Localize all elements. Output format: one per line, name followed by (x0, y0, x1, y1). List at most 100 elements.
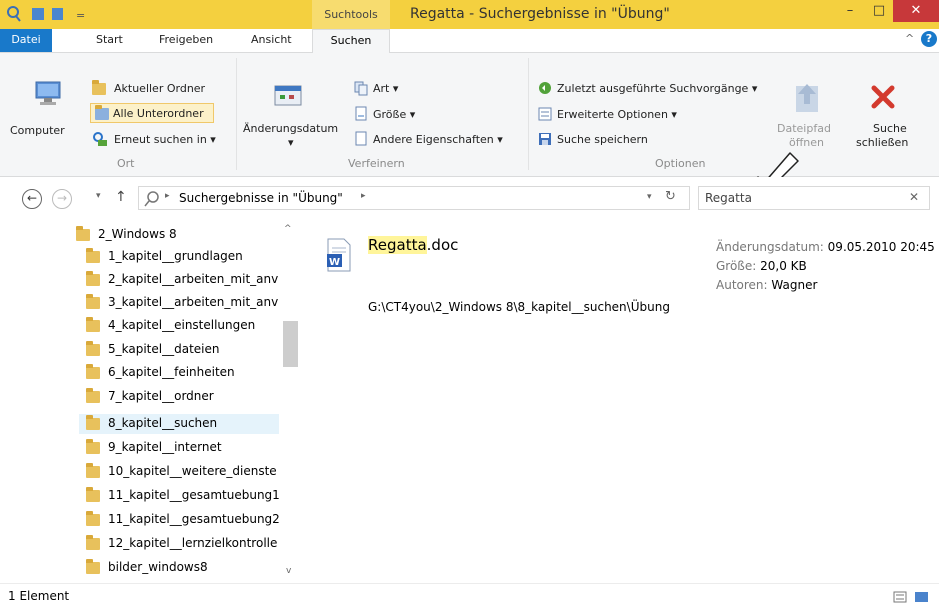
search-icon (144, 191, 159, 207)
nav-item[interactable]: 6_kapitel__feinheiten (86, 363, 286, 383)
clear-search-icon[interactable]: ✕ (909, 190, 919, 204)
tab-datei[interactable]: Datei (0, 29, 52, 52)
collapse-ribbon-icon[interactable]: ^ (905, 32, 914, 45)
chevron-down-icon: ▾ (288, 136, 294, 149)
scroll-up-icon[interactable]: ^ (284, 224, 292, 234)
recent-searches-icon (539, 82, 551, 94)
status-bar: 1 Element (0, 583, 939, 611)
folder-icon (86, 271, 100, 286)
nav-item[interactable]: 1_kapitel__grundlagen (86, 247, 286, 267)
andere-eigenschaften-button[interactable]: Andere Eigenschaften ▾ (353, 131, 518, 149)
aktueller-ordner-button[interactable]: Aktueller Ordner (92, 80, 242, 98)
folder-icon (86, 388, 100, 403)
ribbon-tab-row (0, 29, 939, 53)
nav-item[interactable]: 7_kapitel__ordner (86, 387, 286, 407)
scrollbar-thumb[interactable] (283, 321, 298, 367)
ribbon-separator (528, 58, 529, 170)
result-file-name: Regatta.doc (368, 236, 459, 254)
result-author: Autoren: Wagner (716, 278, 818, 292)
tab-suchen[interactable]: Suchen (312, 29, 390, 53)
nav-item[interactable]: 3_kapitel__arbeiten_mit_anv (86, 293, 286, 313)
folder-icon (86, 511, 100, 526)
nav-item[interactable]: bilder_windows8 (86, 558, 286, 578)
nav-item[interactable]: 4_kapitel__einstellungen (86, 316, 286, 336)
search-input[interactable]: Regatta (705, 191, 752, 205)
up-button[interactable]: ↑ (115, 189, 127, 205)
alle-unterordner-button[interactable]: Alle Unterordner (90, 103, 214, 123)
nav-item-root[interactable]: 2_Windows 8 (76, 225, 276, 245)
recent-locations-icon[interactable]: ▾ (96, 191, 101, 201)
title-bar: Regatta - Suchergebnisse in "Übung" (0, 0, 939, 29)
properties-icon (355, 131, 367, 146)
tab-start[interactable]: Start (96, 33, 123, 46)
forward-button[interactable]: → (52, 189, 72, 209)
maximize-button[interactable]: □ (862, 0, 896, 22)
nav-item[interactable]: 2_kapitel__arbeiten_mit_anv (86, 270, 286, 290)
tab-ansicht[interactable]: Ansicht (251, 33, 292, 46)
folder-icon (86, 415, 100, 430)
nav-item[interactable]: 12_kapitel__lernzielkontrolle (86, 534, 286, 554)
zuletzt-suchvorgaenge-button[interactable]: Zuletzt ausgeführte Suchvorgänge ▾ (537, 80, 777, 98)
quick-access-toolbar[interactable]: = (6, 5, 96, 23)
advanced-options-icon (538, 107, 552, 121)
save-icon (539, 133, 551, 145)
group-label-optionen: Optionen (655, 157, 706, 170)
suche-schliessen-button[interactable]: Suche schließen (850, 58, 920, 154)
folder-icon (86, 294, 100, 309)
folder-icon (86, 317, 100, 332)
refresh-icon[interactable]: ↻ (665, 189, 676, 204)
word-document-icon: W (327, 238, 351, 272)
folder-icon (86, 341, 100, 356)
view-toggle-icons[interactable] (893, 590, 933, 604)
nav-item[interactable]: 5_kapitel__dateien (86, 340, 286, 360)
groesse-button[interactable]: Größe ▾ (353, 106, 433, 124)
suche-speichern-button[interactable]: Suche speichern (537, 131, 667, 149)
folder-icon (76, 226, 90, 241)
search-again-icon (93, 132, 107, 146)
nav-item[interactable]: 11_kapitel__gesamtuebung2 (86, 510, 286, 530)
folder-icon (86, 248, 100, 263)
size-icon (355, 106, 367, 121)
svg-text:W: W (329, 257, 340, 268)
search-result-item[interactable]: W Regatta.doc G:\CT4you\2_Windows 8\8_ka… (320, 232, 935, 322)
close-button[interactable]: ✕ (893, 0, 939, 22)
nav-item[interactable]: 10_kapitel__weitere_dienste (86, 462, 286, 482)
folder-icon (86, 487, 100, 502)
nav-item[interactable]: 9_kapitel__internet (86, 438, 286, 458)
folder-icon (86, 559, 100, 574)
dateipfad-oeffnen-button: Dateipfad öffnen (772, 58, 844, 154)
item-count: 1 Element (8, 589, 70, 603)
erweiterte-optionen-button[interactable]: Erweiterte Optionen ▾ (537, 106, 707, 124)
aenderungsdatum-button[interactable]: Änderungsdatum ▾ (241, 58, 346, 154)
address-dropdown-icon[interactable]: ▾ (647, 192, 652, 202)
folder-icon (92, 80, 106, 95)
help-icon[interactable]: ? (921, 31, 937, 47)
breadcrumb-separator-icon: ▸ (165, 191, 170, 201)
open-filepath-icon (796, 84, 818, 112)
filetype-icon (354, 81, 368, 96)
group-label-ort: Ort (117, 157, 135, 170)
window-title: Regatta - Suchergebnisse in "Übung" (410, 6, 670, 22)
group-label-verfeinern: Verfeinern (348, 157, 405, 170)
breadcrumb[interactable]: Suchergebnisse in "Übung" (179, 191, 343, 205)
nav-item-selected[interactable]: 8_kapitel__suchen (86, 414, 286, 434)
address-bar[interactable]: ▸ Suchergebnisse in "Übung" ▸ ▾ ↻ (138, 186, 690, 210)
art-button[interactable]: Art ▾ (353, 80, 433, 98)
search-hit-highlight: Regatta (368, 236, 427, 254)
scroll-down-icon[interactable]: v (286, 566, 291, 576)
computer-button[interactable]: Computer (10, 58, 78, 148)
erneut-suchen-button[interactable]: Erneut suchen in ▾ (92, 131, 242, 149)
computer-icon (35, 81, 61, 105)
tab-freigeben[interactable]: Freigeben (159, 33, 213, 46)
context-tab-suchtools: Suchtools (312, 0, 390, 29)
back-button[interactable]: ← (22, 189, 42, 209)
search-box[interactable]: Regatta ✕ (698, 186, 930, 210)
result-date: Änderungsdatum: 09.05.2010 20:45 (716, 240, 935, 254)
folder-icon (86, 439, 100, 454)
result-path: G:\CT4you\2_Windows 8\8_kapitel__suchen\… (368, 300, 670, 314)
close-search-icon (871, 85, 895, 109)
ribbon-separator (236, 58, 237, 170)
breadcrumb-separator-icon: ▸ (361, 191, 366, 201)
folder-icon (86, 535, 100, 550)
nav-item[interactable]: 11_kapitel__gesamtuebung1 (86, 486, 286, 506)
